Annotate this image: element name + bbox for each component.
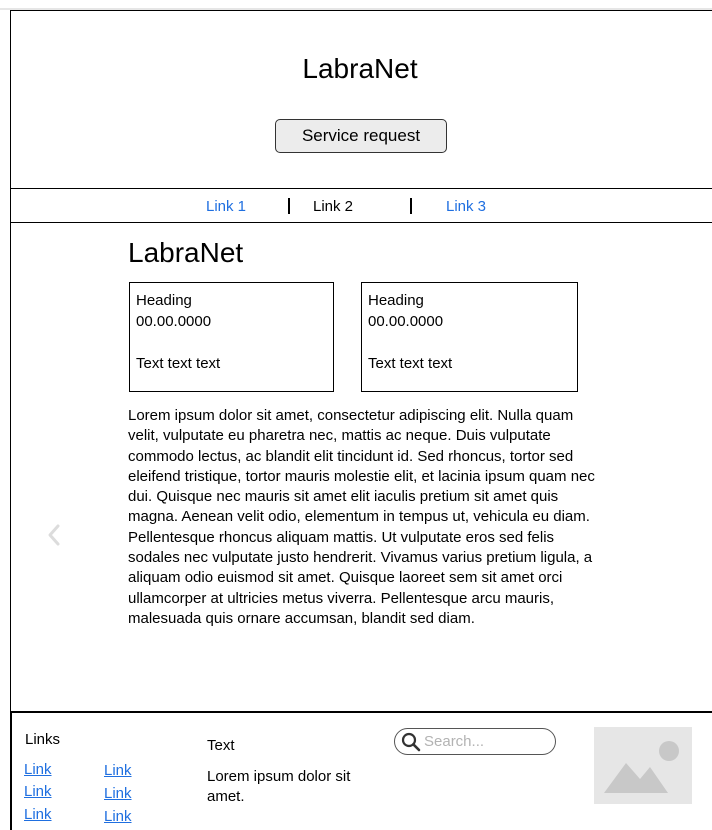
card-heading: Heading: [368, 292, 424, 309]
image-placeholder-icon: [604, 741, 679, 793]
card-text: Text text text: [136, 355, 221, 372]
nav-separator: [410, 198, 412, 214]
news-card[interactable]: Heading 00.00.0000 Text text text: [129, 282, 334, 392]
nav-link-1[interactable]: Link 1: [206, 198, 246, 216]
search-box[interactable]: [394, 728, 556, 755]
footer-edge: [10, 711, 12, 830]
card-date: 00.00.0000: [136, 313, 212, 330]
nav-link-3[interactable]: Link 3: [446, 198, 486, 216]
footer-link[interactable]: Link: [24, 761, 52, 779]
footer-divider: [10, 711, 712, 713]
news-card[interactable]: Heading 00.00.0000 Text text text: [361, 282, 578, 392]
app-title: LabraNet: [302, 53, 418, 84]
nav-bar: Link 1 Link 2 Link 3: [10, 188, 712, 223]
search-icon[interactable]: [400, 732, 422, 752]
card-text: Text text text: [368, 355, 453, 372]
nav-separator: [288, 198, 290, 214]
card-date: 00.00.0000: [368, 313, 444, 330]
footer-link[interactable]: Link: [104, 762, 132, 780]
footer-link[interactable]: Link: [24, 806, 52, 824]
nav-link-2-active[interactable]: Link 2: [313, 198, 353, 216]
footer-link[interactable]: Link: [24, 783, 52, 801]
content-title: LabraNet: [128, 237, 244, 268]
chevron-left-icon[interactable]: [44, 520, 64, 550]
footer-link[interactable]: Link: [104, 808, 132, 826]
footer-text-heading: Text: [207, 737, 235, 754]
footer-links-heading: Links: [25, 731, 61, 748]
search-input[interactable]: [424, 732, 544, 750]
card-heading: Heading: [136, 292, 192, 309]
footer-text-body: Lorem ipsum dolor sit amet.: [207, 768, 351, 805]
service-request-button[interactable]: Service request: [275, 119, 447, 153]
footer-link[interactable]: Link: [104, 785, 132, 803]
image-placeholder: [594, 727, 692, 804]
body-paragraph: Lorem ipsum dolor sit amet, consectetur …: [128, 407, 595, 627]
